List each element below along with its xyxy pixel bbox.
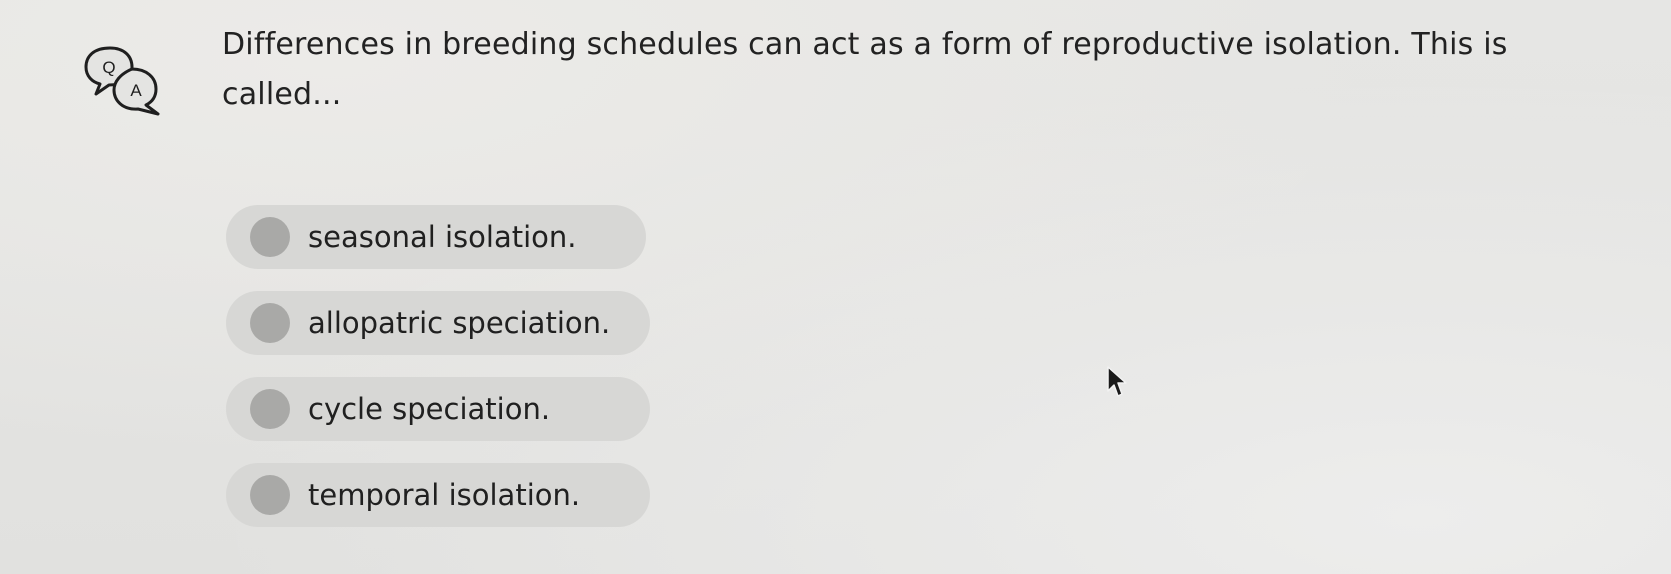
mouse-pointer-icon	[1107, 366, 1127, 397]
answer-option-label: seasonal isolation.	[308, 220, 577, 254]
answer-option-temporal-isolation[interactable]: temporal isolation.	[226, 463, 650, 527]
radio-button[interactable]	[250, 303, 290, 343]
radio-button[interactable]	[250, 475, 290, 515]
a-letter: A	[130, 81, 142, 100]
radio-button[interactable]	[250, 217, 290, 257]
answer-option-label: cycle speciation.	[308, 392, 551, 426]
answer-option-label: allopatric speciation.	[308, 306, 611, 340]
answer-option-cycle-speciation[interactable]: cycle speciation.	[226, 377, 650, 441]
answer-option-label: temporal isolation.	[308, 478, 581, 512]
answer-option-seasonal-isolation[interactable]: seasonal isolation.	[226, 205, 646, 269]
q-letter: Q	[102, 58, 115, 77]
quiz-screen: Q A Differences in breeding schedules ca…	[0, 0, 1671, 574]
answer-option-allopatric-speciation[interactable]: allopatric speciation.	[226, 291, 650, 355]
radio-button[interactable]	[250, 389, 290, 429]
question-answer-bubbles-icon: Q A	[84, 46, 160, 116]
answer-options: seasonal isolation. allopatric speciatio…	[226, 205, 650, 549]
question-text: Differences in breeding schedules can ac…	[222, 27, 1508, 112]
